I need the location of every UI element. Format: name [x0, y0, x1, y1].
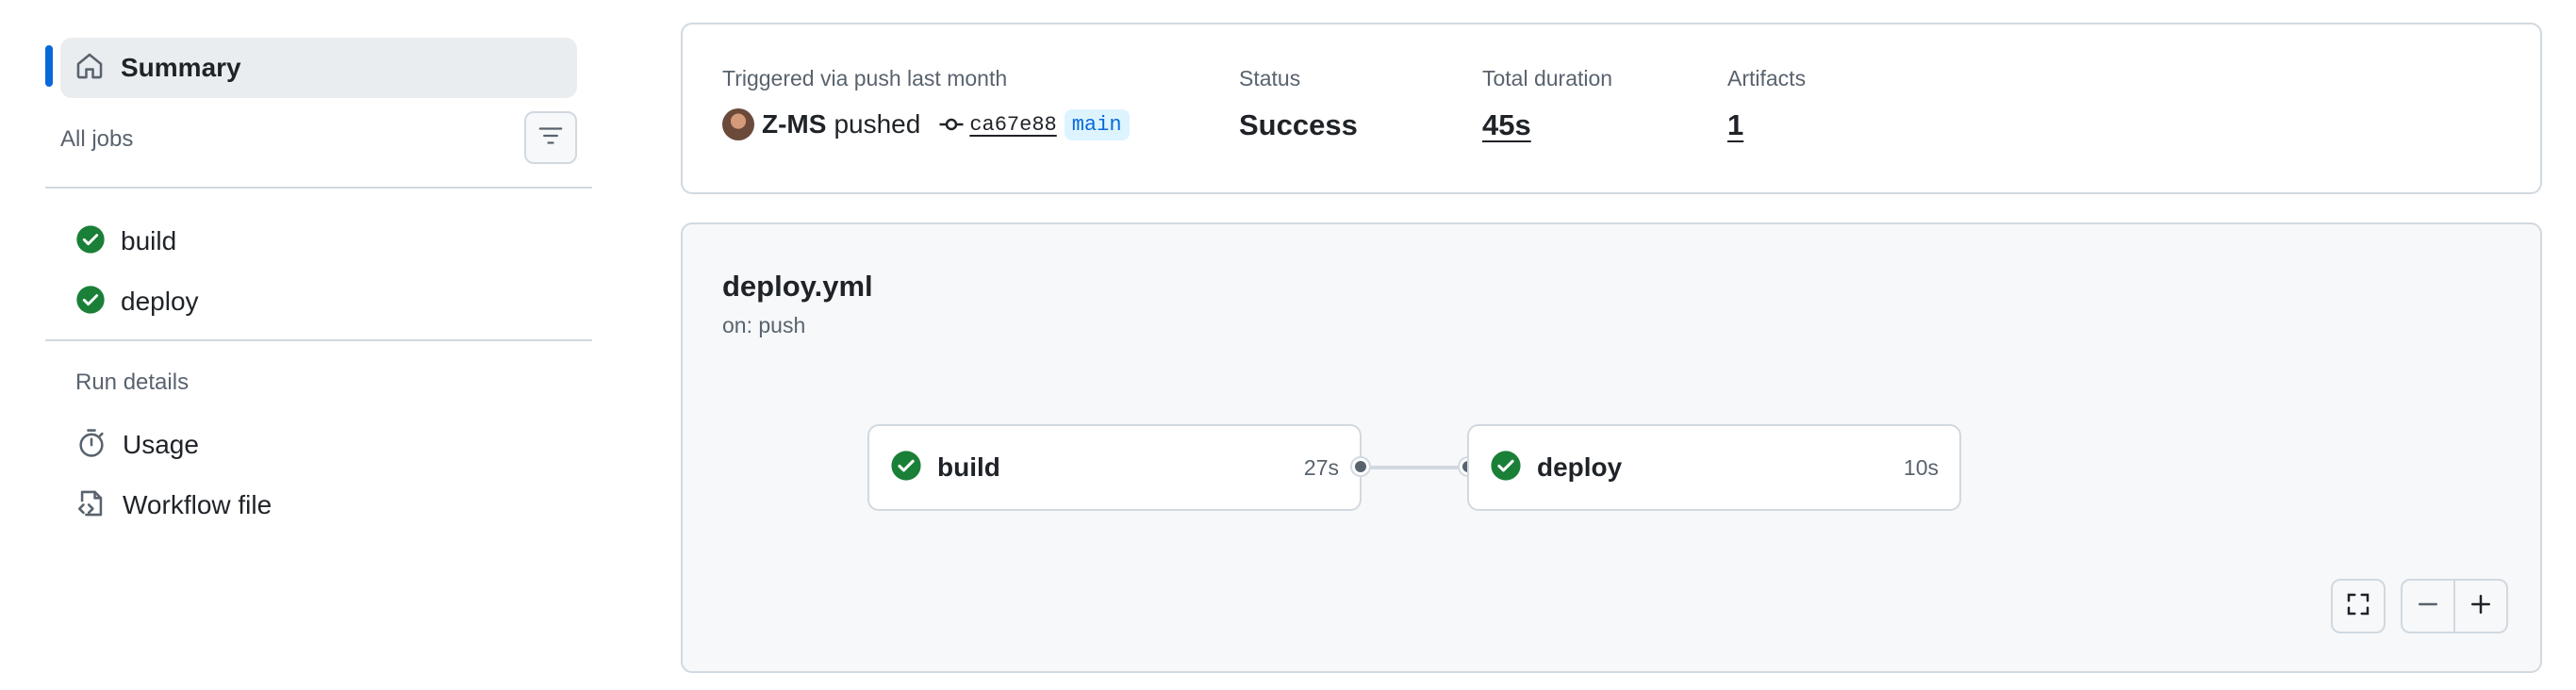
fullscreen-icon: [2344, 590, 2372, 623]
sidebar-item-summary[interactable]: Summary: [45, 34, 577, 98]
detail-label: Usage: [123, 430, 199, 459]
sidebar-item-usage[interactable]: Usage: [45, 417, 577, 473]
commit-sha-link[interactable]: ca67e88: [969, 113, 1056, 137]
avatar[interactable]: [722, 108, 754, 140]
sidebar-item-workflow-file[interactable]: Workflow file: [45, 477, 577, 534]
check-circle-icon: [75, 224, 106, 259]
job-label: build: [121, 226, 177, 255]
home-icon: [74, 50, 106, 87]
artifacts-column: Artifacts 1: [1727, 66, 1806, 142]
status-value: Success: [1239, 108, 1358, 141]
summary-pill[interactable]: Summary: [60, 38, 577, 98]
job-node-name: build: [937, 452, 1000, 482]
trigger-column: Triggered via push last month Z-MS pushe…: [722, 66, 1130, 140]
artifacts-link[interactable]: 1: [1727, 108, 1806, 142]
duration-label: Total duration: [1482, 66, 1613, 90]
active-indicator: [45, 45, 53, 87]
git-commit-icon: [939, 118, 964, 131]
duration-link[interactable]: 45s: [1482, 108, 1612, 142]
divider: [45, 339, 592, 341]
status-column: Status Success: [1239, 66, 1358, 142]
all-jobs-header: All jobs: [45, 111, 592, 168]
file-code-icon: [75, 487, 107, 524]
sidebar-item-build[interactable]: build: [45, 213, 577, 270]
job-node-build[interactable]: build 27s: [867, 424, 1362, 511]
action-text: pushed: [834, 109, 921, 139]
zoom-out-button[interactable]: [2401, 579, 2455, 633]
actor-link[interactable]: Z-MS: [762, 109, 826, 140]
status-label: Status: [1239, 66, 1301, 90]
zoom-in-button[interactable]: [2453, 579, 2508, 633]
fullscreen-button[interactable]: [2331, 579, 2386, 633]
connector-dot-out: [1352, 458, 1369, 475]
check-circle-icon: [1490, 450, 1522, 486]
divider: [45, 187, 592, 189]
job-label: deploy: [121, 287, 199, 316]
run-summary-card: Triggered via push last month Z-MS pushe…: [681, 23, 2542, 194]
detail-label: Workflow file: [123, 490, 272, 519]
check-circle-icon: [890, 450, 922, 486]
branch-badge[interactable]: main: [1064, 108, 1130, 140]
trigger-label: Triggered via push last month: [722, 66, 1008, 90]
workflow-name: deploy.yml: [722, 270, 873, 303]
run-details-heading: Run details: [75, 370, 190, 395]
artifacts-label: Artifacts: [1727, 66, 1807, 90]
filter-jobs-button[interactable]: [524, 111, 577, 164]
workflow-trigger: on: push: [722, 313, 806, 337]
job-node-duration: 10s: [1903, 454, 1939, 480]
sidebar-item-deploy[interactable]: deploy: [45, 273, 577, 330]
check-circle-icon: [75, 285, 106, 320]
all-jobs-label: All jobs: [60, 126, 134, 152]
stopwatch-icon: [75, 427, 107, 464]
job-node-duration: 27s: [1303, 454, 1339, 480]
minus-icon: [2414, 590, 2442, 623]
plus-icon: [2467, 590, 2495, 623]
filter-icon: [537, 122, 565, 155]
duration-column: Total duration 45s: [1482, 66, 1612, 142]
job-node-name: deploy: [1537, 452, 1623, 482]
workflow-graph-card: deploy.yml on: push build 27s deploy 10s: [681, 222, 2542, 673]
sidebar-item-label: Summary: [121, 53, 241, 82]
trigger-value: Z-MS pushed ca67e88 main: [722, 108, 1130, 140]
job-node-deploy[interactable]: deploy 10s: [1467, 424, 1961, 511]
